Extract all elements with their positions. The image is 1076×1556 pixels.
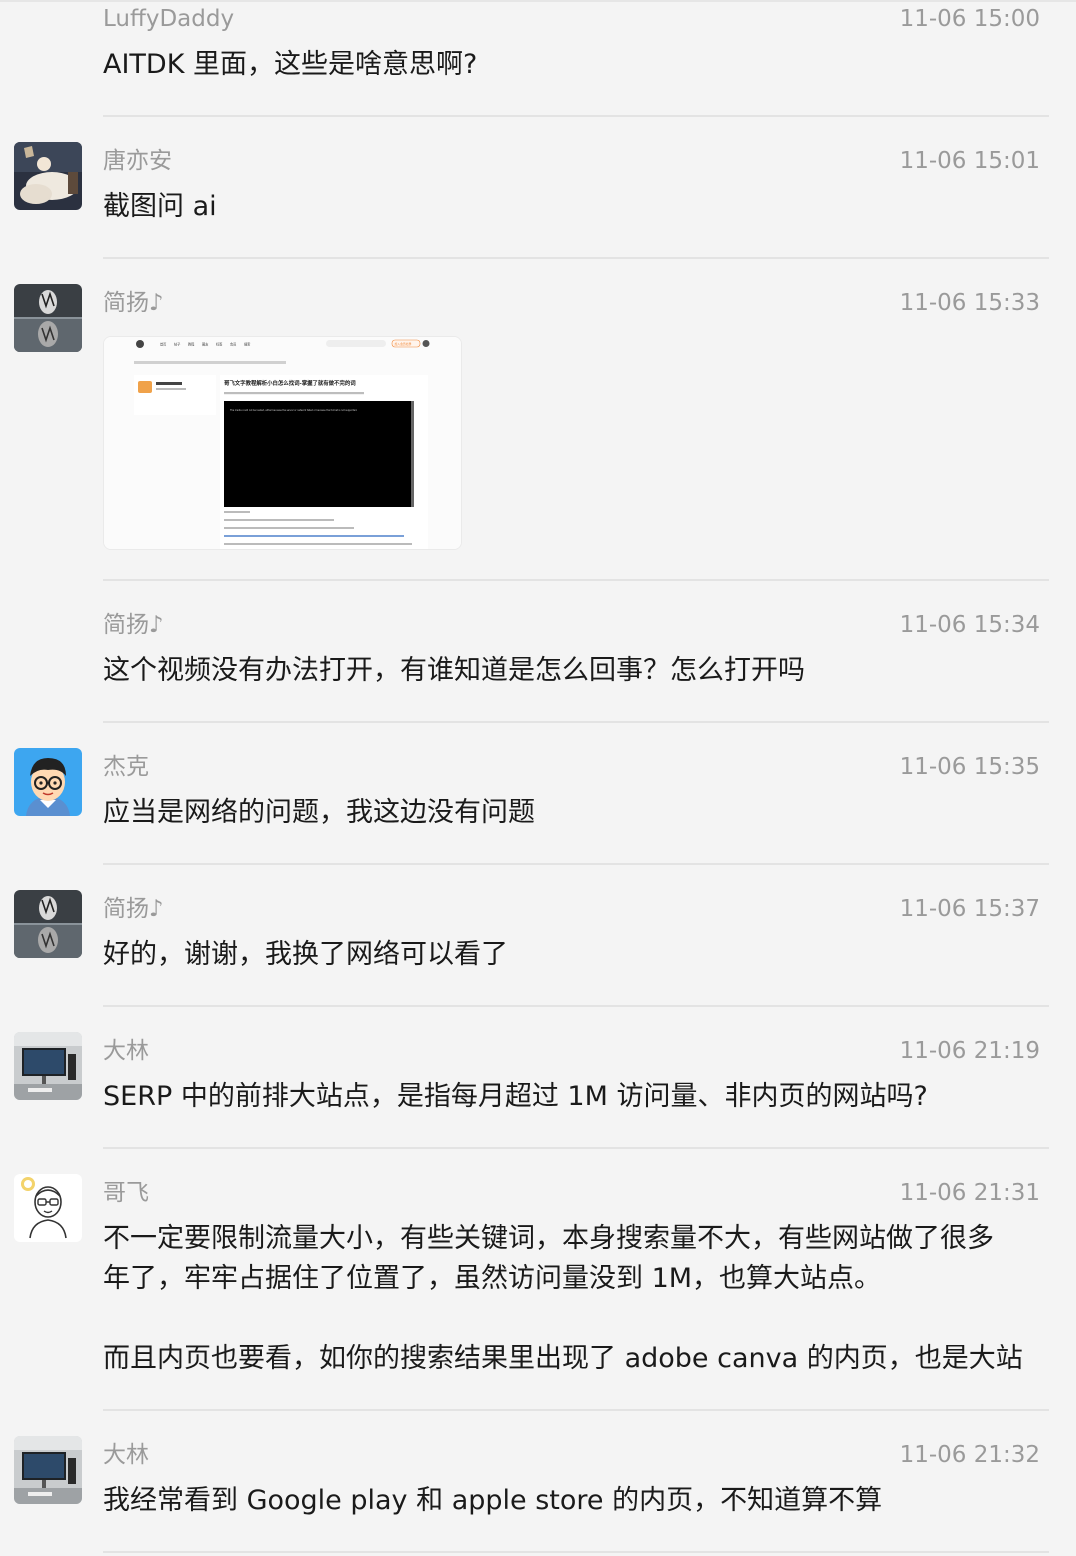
cartoon-boy-glasses-icon [14,748,82,816]
avatar[interactable] [14,1032,82,1100]
video-error: The media could not be loaded, either be… [230,409,357,412]
sender-name[interactable]: LuffyDaddy [103,4,234,34]
message-time: 11-06 15:35 [899,754,1040,780]
message-divider [103,1551,1049,1553]
message-divider [103,721,1049,723]
message-time: 11-06 21:32 [899,1442,1040,1468]
message-text: 而且内页也要看，如你的搜索结果里出现了 adobe canva 的内页，也是大站 [103,1343,1023,1374]
message-text: AITDK 里面，这些是啥意思啊? [103,49,478,80]
message-time: 11-06 15:33 [899,290,1040,316]
avatar[interactable] [14,284,82,352]
nav-item: 帖子 [174,342,181,347]
message-text: 应当是网络的问题，我这边没有问题 [103,797,535,828]
sender-name[interactable]: 大林 [103,1036,149,1066]
message-divider [103,257,1049,259]
nav-item: 圈友 [202,342,209,347]
user-avatar-icon [422,340,430,347]
message-divider [103,579,1049,581]
person-on-couch-icon [14,142,82,210]
sender-name[interactable]: 简扬♪ [103,610,164,640]
nav-item: 教程 [188,342,195,347]
message-divider [103,1005,1049,1007]
avatar[interactable] [14,142,82,210]
avatar[interactable] [14,748,82,816]
message-divider [103,1409,1049,1411]
join-button-label: 加入会员社群 [395,342,412,346]
tiger-reflection-icon [14,284,82,352]
sender-name[interactable]: 唐亦安 [103,146,172,176]
message-time: 11-06 15:37 [899,896,1040,922]
nav-item: 标签 [216,342,223,347]
message-text: 截图问 ai [103,191,217,222]
message-divider [103,863,1049,865]
tiger-reflection-icon [14,890,82,958]
avatar[interactable] [14,1174,82,1242]
breadcrumb [134,361,286,364]
message-divider [103,1147,1049,1149]
message-time: 11-06 15:01 [899,148,1040,174]
top-divider [0,0,1076,2]
message-text: 不一定要限制流量大小，有些关键词，本身搜索量不大，有些网站做了很多 [103,1223,994,1254]
avatar[interactable] [14,1436,82,1504]
message-text: 年了，牢牢占据住了位置了，虽然访问量没到 1M，也算大站点。 [103,1263,882,1294]
sender-name[interactable]: 哥飞 [103,1178,149,1208]
desk-monitor-icon [14,1032,82,1100]
sender-name[interactable]: 简扬♪ [103,288,164,318]
message-time: 11-06 21:31 [899,1180,1040,1206]
avatar[interactable] [14,890,82,958]
image-attachment[interactable]: 首页 帖子 教程 圈友 标签 会员 搜索 加入会员社群 哥飞文字教程解析小白怎么… [103,336,462,550]
message-time: 11-06 21:19 [899,1038,1040,1064]
site-logo-icon [136,340,144,348]
message-text: 我经常看到 Google play 和 apple store 的内页，不知道算… [103,1485,883,1516]
sender-name[interactable]: 大林 [103,1440,149,1470]
author-avatar [138,381,152,393]
nav-item: 首页 [160,342,166,347]
desk-monitor-icon [14,1436,82,1504]
nav-item: 会员 [230,342,236,347]
video-player [224,401,414,507]
message-time: 11-06 15:34 [899,612,1040,638]
sender-name[interactable]: 简扬♪ [103,894,164,924]
message-divider [103,115,1049,117]
message-text: SERP 中的前排大站点，是指每月超过 1M 访问量、非内页的网站吗? [103,1081,928,1112]
post-title: 哥飞文字教程解析小白怎么找词-掌握了就有做不完的词 [224,379,356,387]
search-box [326,340,386,347]
message-time: 11-06 15:00 [899,6,1040,32]
sender-name[interactable]: 杰克 [103,752,149,782]
doodle-man-glasses-icon [14,1174,82,1242]
nav-item: 搜索 [244,342,250,347]
message-text: 这个视频没有办法打开，有谁知道是怎么回事？怎么打开吗 [103,655,805,686]
message-text: 好的，谢谢，我换了网络可以看了 [103,939,508,970]
